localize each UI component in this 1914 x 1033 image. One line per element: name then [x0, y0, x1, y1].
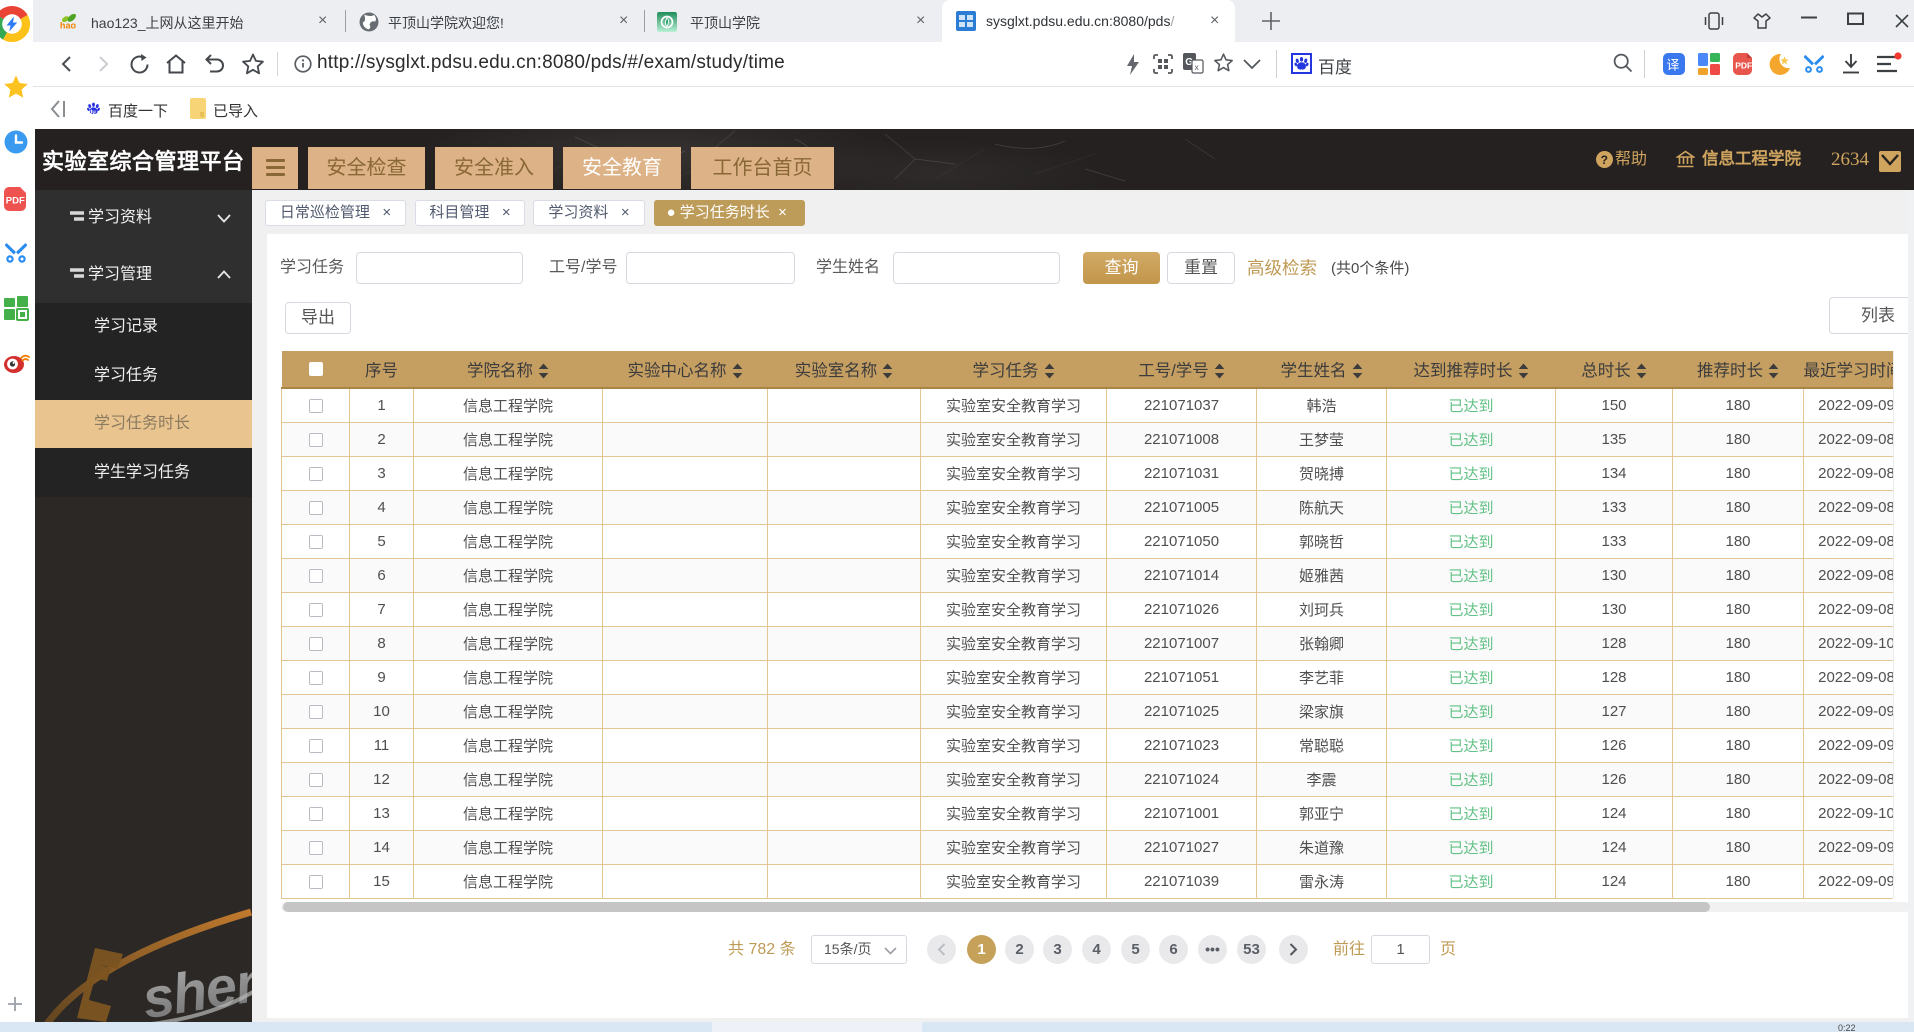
svg-text:du: du [89, 110, 97, 116]
svg-text:PDF: PDF [6, 196, 25, 207]
svg-text:hao: hao [60, 20, 77, 30]
svg-text:PDF: PDF [1735, 61, 1752, 71]
svg-text:shen: shen [138, 948, 252, 1022]
svg-text:译: 译 [1667, 58, 1680, 73]
svg-text:?: ? [1601, 153, 1608, 167]
